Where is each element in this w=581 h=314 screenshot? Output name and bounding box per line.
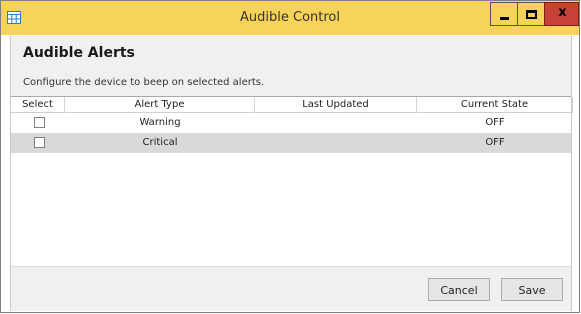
- minimize-button[interactable]: [490, 2, 518, 26]
- table-row[interactable]: Critical OFF: [11, 133, 571, 153]
- last-updated-cell: [255, 113, 417, 133]
- column-header-select[interactable]: Select: [11, 97, 65, 113]
- title-bar[interactable]: Audible Control x: [1, 1, 579, 35]
- column-header-last-updated[interactable]: Last Updated: [255, 97, 417, 113]
- save-button[interactable]: Save: [501, 278, 563, 301]
- panel-heading: Audible Alerts: [23, 45, 135, 61]
- current-state-cell: OFF: [485, 117, 505, 128]
- panel-description: Configure the device to beep on selected…: [23, 77, 265, 88]
- current-state-cell: OFF: [485, 137, 505, 148]
- close-button[interactable]: x: [544, 2, 579, 26]
- column-header-alert-type[interactable]: Alert Type: [65, 97, 255, 113]
- close-icon: x: [558, 5, 567, 20]
- dialog-footer: Cancel Save: [11, 266, 571, 311]
- audible-control-window: Audible Control x Audible Alerts Configu…: [0, 0, 580, 313]
- maximize-button[interactable]: [517, 2, 545, 26]
- grid-header: Select Alert Type Last Updated Current S…: [11, 97, 573, 113]
- alert-type-cell: Warning: [139, 117, 181, 128]
- alert-type-cell: Critical: [142, 137, 178, 148]
- maximize-icon: [526, 10, 537, 19]
- column-header-current-state[interactable]: Current State: [417, 97, 573, 113]
- last-updated-cell: [255, 133, 417, 153]
- cancel-button[interactable]: Cancel: [428, 278, 490, 301]
- select-checkbox[interactable]: [34, 117, 45, 128]
- select-checkbox[interactable]: [34, 137, 45, 148]
- minimize-icon: [500, 17, 509, 20]
- alerts-grid: Select Alert Type Last Updated Current S…: [11, 96, 573, 266]
- table-row[interactable]: Warning OFF: [11, 113, 571, 133]
